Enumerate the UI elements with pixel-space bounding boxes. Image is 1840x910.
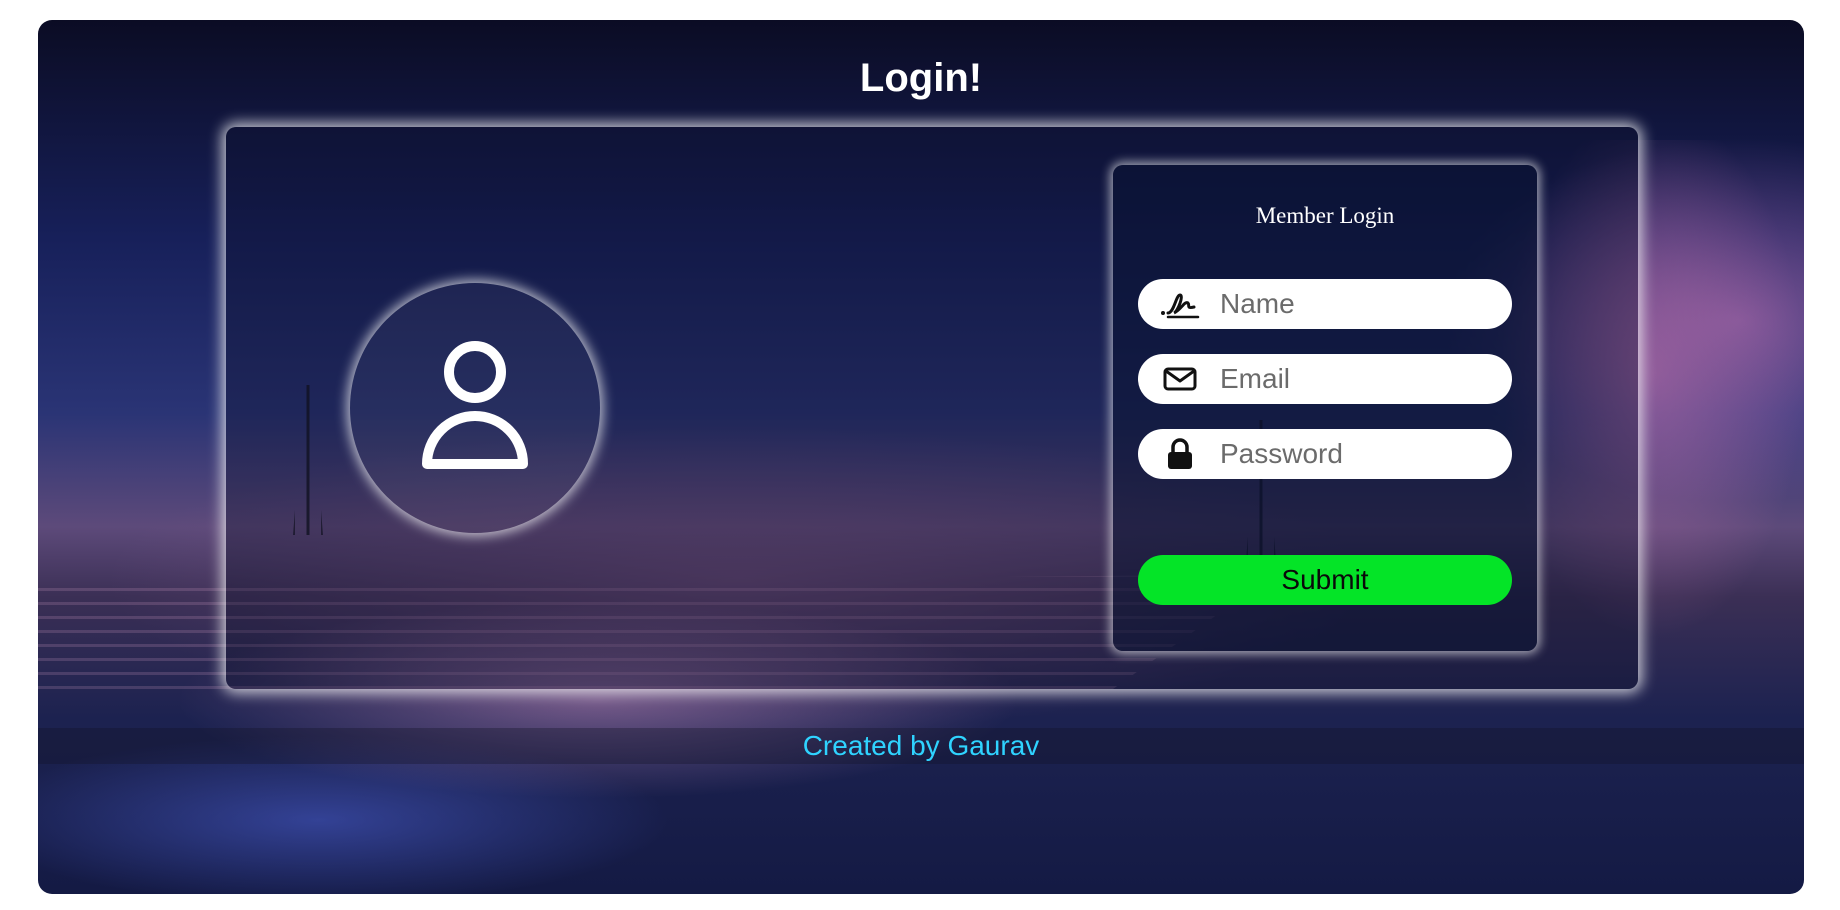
panel-title: Member Login — [1255, 203, 1395, 228]
submit-button[interactable]: Submit — [1138, 555, 1512, 605]
page-title: Login! — [859, 56, 983, 100]
password-field — [1138, 429, 1512, 479]
signature-icon — [1160, 289, 1200, 319]
user-icon — [415, 336, 535, 481]
password-input[interactable] — [1220, 438, 1490, 470]
member-login-panel: Member Login Submit — [1113, 165, 1537, 651]
envelope-icon — [1160, 364, 1200, 394]
avatar — [350, 283, 600, 533]
lock-icon — [1160, 438, 1200, 469]
footer-credit: Created by Gaurav — [38, 728, 1804, 764]
email-field — [1138, 354, 1512, 404]
name-field — [1138, 279, 1512, 329]
name-input[interactable] — [1220, 288, 1490, 320]
email-input[interactable] — [1220, 363, 1490, 395]
